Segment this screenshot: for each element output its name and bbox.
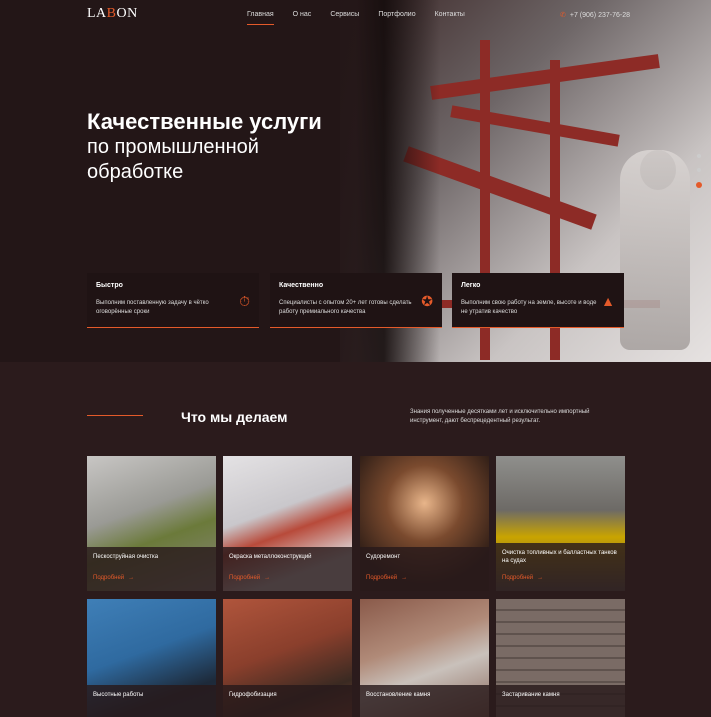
section-divider xyxy=(87,415,143,416)
arrow-right-icon: → xyxy=(401,575,408,581)
main-nav: Главная О нас Сервисы Портфолио Контакты xyxy=(247,11,484,25)
slider-dots xyxy=(696,154,702,198)
more-link[interactable]: Подробней → xyxy=(366,575,407,581)
service-card[interactable]: Очистка топливных и балластных танков на… xyxy=(496,456,625,591)
award-icon: ✪ xyxy=(421,293,433,309)
hero-title: Качественные услуги xyxy=(87,109,322,134)
feature-card: Легко Выполним свою работу на земле, выс… xyxy=(452,273,624,328)
nav-item-contacts[interactable]: Контакты xyxy=(435,11,465,18)
service-card[interactable]: Застаривание камня xyxy=(496,599,625,717)
more-link[interactable]: Подробней → xyxy=(502,575,543,581)
slider-dot[interactable] xyxy=(697,154,701,158)
nav-item-services[interactable]: Сервисы xyxy=(330,11,359,18)
feature-card: Качественно Специалисты с опытом 20+ лет… xyxy=(270,273,442,328)
nav-item-portfolio[interactable]: Портфолио xyxy=(378,11,415,18)
phone-link[interactable]: ✆ +7 (906) 237-76-28 xyxy=(560,11,630,19)
stopwatch-icon: ⏱ xyxy=(239,293,250,309)
section-title: Что мы делаем xyxy=(181,409,288,425)
arrow-right-icon: → xyxy=(128,575,135,581)
site-header: LABON Главная О нас Сервисы Портфолио Ко… xyxy=(0,0,711,30)
more-link[interactable]: Подробней → xyxy=(93,575,134,581)
nav-item-about[interactable]: О нас xyxy=(293,11,312,18)
service-card[interactable]: Пескоструйная очистка Подробней → xyxy=(87,456,216,591)
section-description: Знания полученные десятками лет и исключ… xyxy=(410,409,590,424)
arrow-right-icon: → xyxy=(537,575,544,581)
logo[interactable]: LABON xyxy=(87,6,138,22)
service-card[interactable]: Высотные работы xyxy=(87,599,216,717)
service-card[interactable]: Окраска металлоконструкций Подробней → xyxy=(223,456,352,591)
more-link[interactable]: Подробней → xyxy=(229,575,270,581)
service-card[interactable]: Судоремонт Подробней → xyxy=(360,456,489,591)
slider-dot[interactable] xyxy=(697,168,701,172)
hero-subtitle: по промышленной обработке xyxy=(87,136,259,183)
nav-item-home[interactable]: Главная xyxy=(247,11,274,25)
phone-icon: ✆ xyxy=(560,12,566,19)
slider-dot-active[interactable] xyxy=(696,182,702,188)
mountain-icon: ▲ xyxy=(601,293,615,309)
service-card[interactable]: Восстановление камня xyxy=(360,599,489,717)
arrow-right-icon: → xyxy=(264,575,271,581)
service-card[interactable]: Гидрофобизация xyxy=(223,599,352,717)
feature-card: Быстро Выполним поставленную задачу в чё… xyxy=(87,273,259,328)
